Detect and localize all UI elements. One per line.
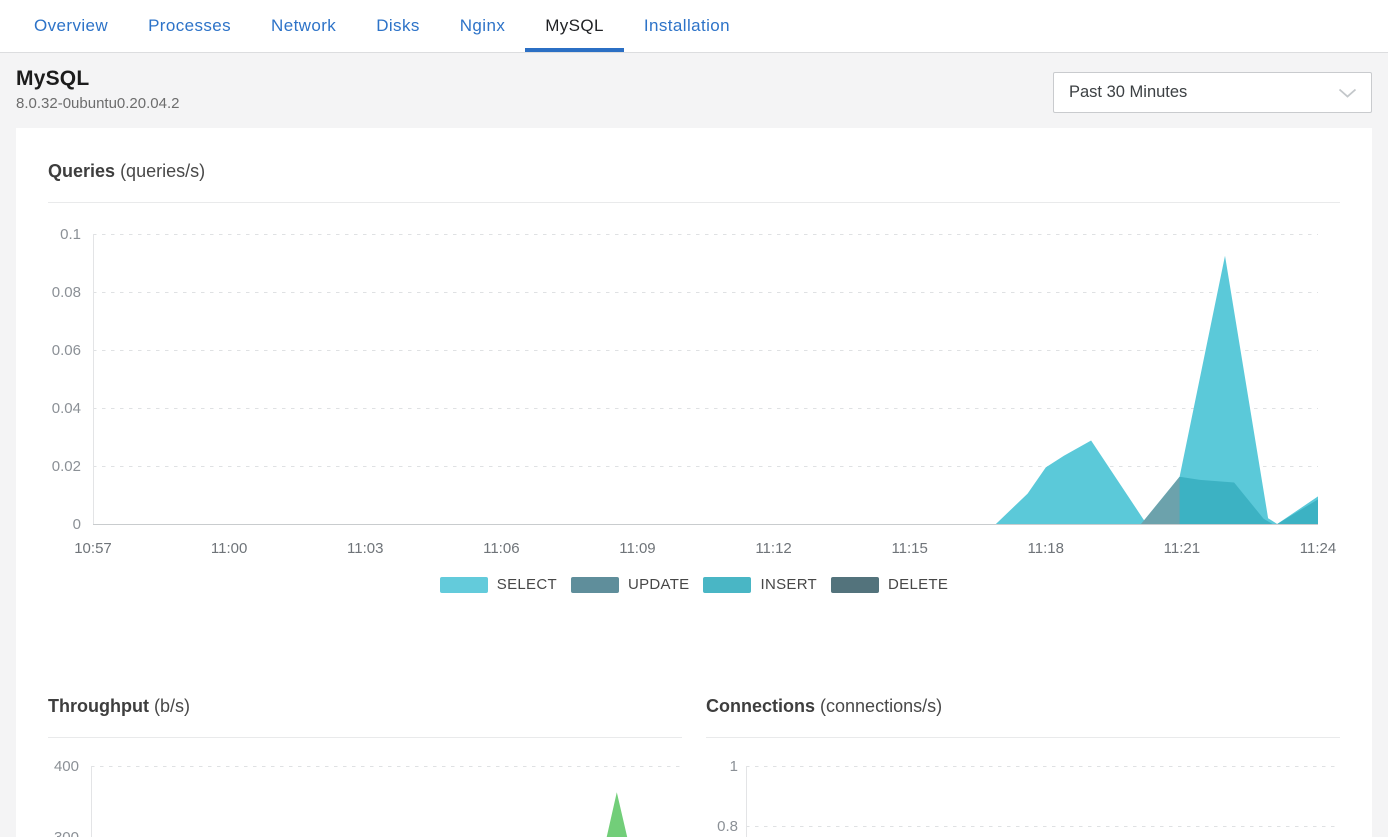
throughput-chart-section: Throughput (b/s) 400 300 (48, 663, 682, 837)
legend-swatch-select (440, 577, 488, 593)
legend-item-delete: DELETE (831, 576, 948, 593)
chart-unit-text: (queries/s) (120, 161, 205, 181)
page-header: MySQL 8.0.32-0ubuntu0.20.04.2 Past 30 Mi… (0, 53, 1388, 128)
tab-overview[interactable]: Overview (14, 0, 128, 52)
y-axis-label: 0.8 (717, 818, 738, 835)
y-axis-label: 0 (73, 516, 81, 533)
y-axis-label: 0.08 (52, 284, 81, 301)
tab-bar: OverviewProcessesNetworkDisksNginxMySQLI… (0, 0, 1388, 53)
queries-chart-plot: 0.1 0.08 0.06 0.04 0.02 0 10:57 11:00 11:03 11:06… (48, 211, 1338, 566)
y-axis-label: 0.02 (52, 458, 81, 475)
queries-chart-section: Queries (queries/s) 0.10.080.060.040.020… (48, 128, 1340, 593)
x-axis-label: 11:15 (891, 540, 927, 557)
x-axis-label: 11:09 (619, 540, 655, 557)
tab-mysql[interactable]: MySQL (525, 0, 624, 52)
legend-label: DELETE (888, 576, 948, 593)
chart-unit-text: (connections/s) (820, 696, 942, 716)
throughput-chart-plot: 400 300 (48, 746, 681, 837)
y-axis-label: 0.04 (52, 400, 81, 417)
legend-item-insert: INSERT (703, 576, 817, 593)
legend-swatch-insert (703, 577, 751, 593)
x-axis-label: 11:21 (1164, 540, 1200, 557)
queries-chart-title: Queries (queries/s) (48, 128, 1340, 203)
bottom-charts-row: Throughput (b/s) 400 300 Connections (con… (48, 663, 1340, 837)
series-select (93, 256, 1318, 524)
x-axis-label: 11:00 (211, 540, 247, 557)
queries-chart-legend: SELECT UPDATE INSERT DELETE (48, 576, 1340, 593)
tab-nginx[interactable]: Nginx (440, 0, 525, 52)
chart-title-text: Queries (48, 161, 115, 181)
connections-chart-plot: 10.8 (706, 746, 1339, 837)
chevron-down-icon (1338, 88, 1357, 98)
x-axis-label: 11:06 (483, 540, 519, 557)
tab-disks[interactable]: Disks (356, 0, 440, 52)
legend-label: SELECT (497, 576, 557, 593)
charts-card: Queries (queries/s) 0.10.080.060.040.020… (16, 128, 1372, 837)
y-axis-label: 0.1 (60, 226, 81, 243)
legend-item-select: SELECT (440, 576, 557, 593)
throughput-chart-title: Throughput (b/s) (48, 663, 682, 738)
time-range-select[interactable]: Past 30 Minutes (1053, 72, 1372, 113)
chart-unit-text: (b/s) (154, 696, 190, 716)
chart-title-text: Connections (706, 696, 815, 716)
chart-title-text: Throughput (48, 696, 149, 716)
time-range-value: Past 30 Minutes (1069, 83, 1187, 102)
legend-label: INSERT (760, 576, 817, 593)
series-area (91, 792, 681, 837)
connections-chart-section: Connections (connections/s) 10.8 (706, 663, 1340, 837)
y-axis-label: 0.06 (52, 342, 81, 359)
tab-installation[interactable]: Installation (624, 0, 750, 52)
connections-chart-title: Connections (connections/s) (706, 663, 1340, 738)
y-axis-label: 1 (730, 758, 738, 775)
tab-network[interactable]: Network (251, 0, 356, 52)
x-axis-label: 11:18 (1028, 540, 1064, 557)
tab-processes[interactable]: Processes (128, 0, 251, 52)
x-axis-label: 11:12 (755, 540, 791, 557)
legend-swatch-delete (831, 577, 879, 593)
legend-swatch-update (571, 577, 619, 593)
x-axis-label: 10:57 (74, 540, 112, 557)
x-axis-label: 11:03 (347, 540, 383, 557)
y-axis-label: 300 (54, 829, 79, 837)
y-axis-label: 400 (54, 758, 79, 775)
legend-label: UPDATE (628, 576, 690, 593)
legend-item-update: UPDATE (571, 576, 690, 593)
series-update (1141, 477, 1180, 524)
x-axis-label: 11:24 (1300, 540, 1336, 557)
